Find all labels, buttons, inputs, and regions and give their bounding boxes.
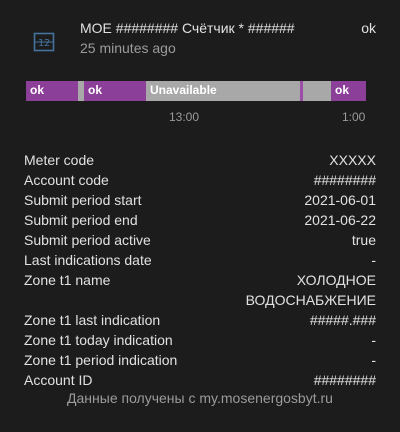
attribute-key: Last indications date [24,252,152,268]
attribute-key: Submit period start [24,192,142,208]
attribute-value: ######## [313,372,376,388]
attribute-key: Zone t1 last indication [24,312,161,328]
attribute-key: Zone t1 today indication [24,332,173,348]
attribute-key: Submit period end [24,212,138,228]
attribute-value: - [371,352,376,368]
attribute-value: XXXXX [329,152,376,168]
attribute-row: Meter code XXXXX [24,150,376,170]
svg-text:2: 2 [44,38,50,49]
attribute-row: Account ID ######## [24,370,376,390]
history-timeline[interactable]: ok ok Unavailable ok [26,81,366,101]
timeline-segment[interactable]: Unavailable [146,81,300,101]
attribute-row: Submit period active true [24,230,376,250]
attribute-row: Account code ######## [24,170,376,190]
timeline-segment[interactable] [303,81,331,101]
last-changed: 25 minutes ago [80,40,176,56]
counter-icon: 1 2 [32,30,56,54]
attribute-key: Account ID [24,372,93,388]
attribute-key: Zone t1 period indication [24,352,178,368]
attribute-row: Submit period end 2021-06-22 [24,210,376,230]
attribute-key: Submit period active [24,232,151,248]
timeline-tick-label: 1:00 [342,110,366,124]
entity-state: ok [361,20,376,36]
attributes-list: Meter code XXXXX Account code ######## Sub… [24,150,376,390]
attribute-key: Zone t1 name [24,272,111,288]
attribute-row: Last indications date - [24,250,376,270]
attribute-row: Zone t1 name ХОЛОДНОЕ ВОДОСНАБЖЕНИЕ [24,270,376,310]
attribute-value: #####.### [309,312,376,328]
attribute-row: Zone t1 last indication #####.### [24,310,376,330]
entity-card: 1 2 MOE ######## Счётчик * ###### 25 min… [0,0,400,432]
timeline-segment[interactable]: ok [84,81,146,101]
attribute-key: Meter code [24,152,95,168]
attribute-value: ХОЛОДНОЕ ВОДОСНАБЖЕНИЕ [245,272,376,308]
attribute-value: 2021-06-22 [304,212,376,228]
timeline-segment[interactable]: ok [26,81,78,101]
attribution-text: Данные получены с my.mosenergosbyt.ru [67,390,333,406]
attribute-row: Zone t1 today indication - [24,330,376,350]
timeline-tick-label: 13:00 [169,110,200,124]
card-header[interactable]: 1 2 MOE ######## Счётчик * ###### 25 min… [0,0,400,70]
attribute-value: true [351,232,376,248]
entity-title: MOE ######## Счётчик * ###### [80,20,295,36]
attribute-row: Zone t1 period indication - [24,350,376,370]
attribute-value: - [371,252,376,268]
attribute-value: ######## [313,172,376,188]
timeline-segment[interactable]: ok [331,81,366,101]
attribute-row: Submit period start 2021-06-01 [24,190,376,210]
attribute-value: - [371,332,376,348]
attribute-key: Account code [24,172,109,188]
attribute-value: 2021-06-01 [304,192,376,208]
